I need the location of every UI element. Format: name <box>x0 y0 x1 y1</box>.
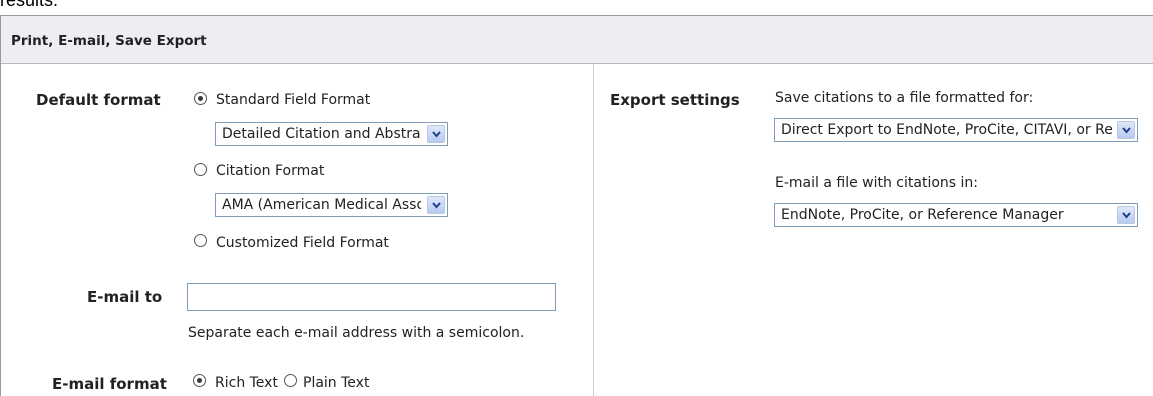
panel-title: Print, E-mail, Save Export <box>11 33 207 49</box>
customized-field-format-label[interactable]: Customized Field Format <box>216 235 389 251</box>
email-to-input[interactable] <box>187 283 556 311</box>
default-format-label: Default format <box>36 91 161 109</box>
email-file-caption: E-mail a file with citations in: <box>775 175 978 191</box>
customized-field-format-radio[interactable] <box>194 234 207 247</box>
export-settings-label: Export settings <box>610 91 740 109</box>
citation-format-select[interactable]: AMA (American Medical Assoc.) <box>215 193 448 217</box>
email-hint: Separate each e-mail address with a semi… <box>188 325 525 341</box>
standard-format-select[interactable]: Detailed Citation and Abstract <box>215 122 448 146</box>
chevron-down-icon <box>1117 121 1135 139</box>
column-divider <box>593 64 594 396</box>
chevron-down-icon <box>1117 206 1135 224</box>
email-file-format-select-value: EndNote, ProCite, or Reference Manager <box>781 207 1064 223</box>
save-format-select[interactable]: Direct Export to EndNote, ProCite, CITAV… <box>774 118 1138 142</box>
rich-text-radio[interactable] <box>193 374 206 387</box>
email-format-label: E-mail format <box>52 375 167 393</box>
standard-field-format-radio[interactable] <box>194 92 207 105</box>
rich-text-label[interactable]: Rich Text <box>215 375 278 391</box>
plain-text-radio[interactable] <box>284 374 297 387</box>
plain-text-label[interactable]: Plain Text <box>303 375 369 391</box>
clipped-text: results. <box>0 0 59 10</box>
citation-format-radio[interactable] <box>194 163 207 176</box>
save-format-select-value: Direct Export to EndNote, ProCite, CITAV… <box>781 122 1113 138</box>
citation-format-label[interactable]: Citation Format <box>216 163 324 179</box>
citation-format-select-value: AMA (American Medical Assoc.) <box>222 197 421 213</box>
email-to-label: E-mail to <box>87 288 163 306</box>
chevron-down-icon <box>427 125 445 143</box>
chevron-down-icon <box>427 196 445 214</box>
standard-field-format-label[interactable]: Standard Field Format <box>216 92 370 108</box>
standard-format-select-value: Detailed Citation and Abstract <box>222 126 421 142</box>
email-file-format-select[interactable]: EndNote, ProCite, or Reference Manager <box>774 203 1138 227</box>
save-citations-caption: Save citations to a file formatted for: <box>775 90 1034 106</box>
